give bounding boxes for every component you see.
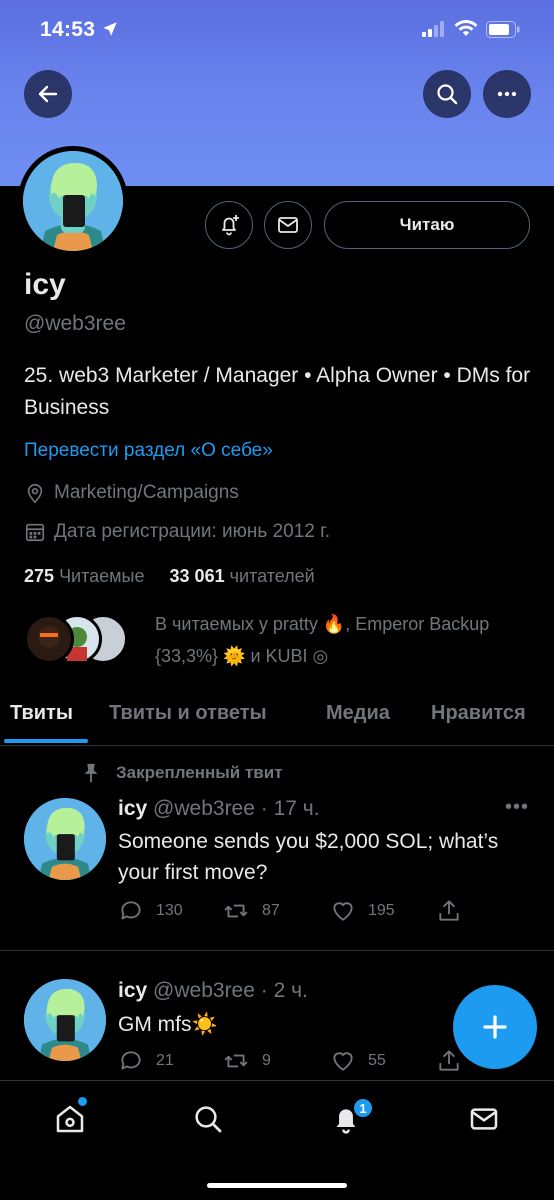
mail-icon [278, 217, 298, 233]
pin-icon [84, 763, 98, 783]
followers-link[interactable]: 33 061 читателей [170, 566, 315, 586]
share-button[interactable] [436, 1048, 462, 1074]
tab-tweets[interactable]: Твиты [10, 702, 73, 725]
tweet-author-name[interactable]: icy [118, 797, 147, 820]
tweet-header: icy @web3ree · 2 ч. [118, 979, 308, 1003]
following-link[interactable]: 275 Читаемые [24, 566, 145, 586]
status-indicators [422, 20, 520, 38]
follow-stats: 275 Читаемые 33 061 читателей [24, 566, 315, 587]
calendar-icon [25, 523, 45, 542]
reply-button[interactable]: 21 [118, 1048, 174, 1074]
active-tab-indicator [4, 739, 88, 743]
translate-bio-link[interactable]: Перевести раздел «О себе» [24, 440, 273, 462]
tweet-time: · 2 ч. [260, 979, 308, 1002]
profile-avatar[interactable] [18, 146, 128, 256]
tweet-text[interactable]: GM mfs☀️ [118, 1009, 438, 1040]
profile-name: icy [24, 268, 66, 301]
back-button[interactable] [24, 70, 72, 118]
like-icon [333, 902, 353, 921]
home-indicator [207, 1183, 347, 1188]
tweet-avatar[interactable] [24, 798, 106, 880]
unread-dot [78, 1097, 87, 1106]
profile-tabs: Твиты Твиты и ответы Медиа Нравится [0, 690, 554, 746]
reply-button[interactable]: 130 [118, 898, 183, 924]
retweet-button[interactable]: 9 [222, 1048, 271, 1074]
notify-button[interactable] [205, 201, 253, 249]
category-text: Marketing/Campaigns [54, 482, 239, 503]
share-icon [439, 900, 459, 921]
back-arrow-icon [38, 85, 58, 103]
following-button[interactable]: Читаю [324, 201, 530, 249]
bell-plus-icon [222, 215, 239, 236]
tweet-author-handle[interactable]: @web3ree [153, 979, 255, 1002]
notifications-badge: 1 [352, 1097, 374, 1119]
more-icon [497, 91, 517, 97]
profile-bio: 25. web3 Marketer / Manager • Alpha Owne… [24, 364, 531, 419]
like-icon [333, 1052, 353, 1071]
tweet-text[interactable]: Someone sends you $2,000 SOL; what’s you… [118, 826, 518, 888]
bottom-navigation: 1 [0, 1080, 554, 1200]
avatar-art [23, 151, 123, 251]
share-icon [439, 1050, 459, 1071]
like-button[interactable]: 195 [330, 898, 395, 924]
like-button[interactable]: 55 [330, 1048, 386, 1074]
tab-tweets-replies[interactable]: Твиты и ответы [109, 702, 267, 725]
retweet-icon [224, 1054, 248, 1068]
followed-by-text[interactable]: В читаемых у pratty 🔥, Emperor Backup {3… [155, 608, 535, 672]
search-button[interactable] [423, 70, 471, 118]
tweet-more-button[interactable]: ••• [505, 796, 529, 819]
battery-icon [486, 20, 520, 38]
message-button[interactable] [264, 201, 312, 249]
tab-likes[interactable]: Нравится [431, 702, 526, 725]
tweet-author-name[interactable]: icy [118, 979, 147, 1002]
avatar-art [24, 798, 106, 880]
followed-by-avatars[interactable] [24, 614, 136, 666]
more-button[interactable] [483, 70, 531, 118]
cellular-signal-icon [422, 21, 444, 37]
tweet-author-handle[interactable]: @web3ree [153, 797, 255, 820]
follower-avatar [24, 614, 74, 664]
tab-media[interactable]: Медиа [326, 702, 390, 725]
reply-icon [121, 901, 141, 920]
retweet-button[interactable]: 87 [222, 898, 280, 924]
compose-tweet-button[interactable] [453, 985, 537, 1069]
tweet-time: · 17 ч. [260, 797, 320, 820]
search-icon [195, 1106, 222, 1133]
location-icon [27, 483, 43, 504]
nav-home[interactable] [54, 1097, 87, 1140]
tweet-header: icy @web3ree · 17 ч. [118, 797, 320, 821]
profile-handle: @web3ree [24, 312, 126, 335]
pinned-label: Закрепленный твит [80, 762, 283, 784]
reply-icon [121, 1051, 141, 1070]
retweet-icon [224, 904, 248, 918]
share-button[interactable] [436, 898, 462, 924]
nav-notifications[interactable]: 1 [330, 1097, 374, 1140]
compose-plus-icon [483, 1015, 507, 1039]
home-icon [56, 1105, 84, 1133]
profile-joined: Дата регистрации: июнь 2012 г. [24, 521, 330, 543]
tweet-avatar[interactable] [24, 979, 106, 1061]
status-time: 14:53 [40, 18, 119, 42]
profile-category: Marketing/Campaigns [24, 482, 239, 504]
messages-icon [470, 1108, 498, 1130]
nav-messages[interactable] [468, 1103, 500, 1140]
nav-search[interactable] [192, 1103, 224, 1140]
joined-text: Дата регистрации: июнь 2012 г. [54, 521, 331, 542]
search-icon [437, 84, 458, 105]
avatar-art [24, 979, 106, 1061]
location-arrow-icon [103, 22, 118, 36]
wifi-icon [454, 20, 478, 36]
tweet-divider [0, 950, 554, 951]
